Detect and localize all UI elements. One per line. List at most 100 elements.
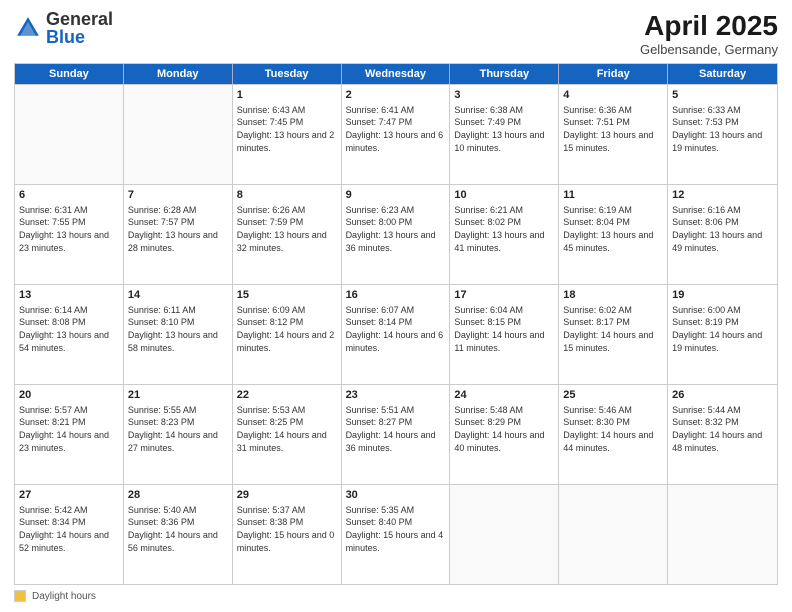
header: General Blue April 2025 Gelbensande, Ger… — [14, 10, 778, 57]
cell-info: Sunrise: 6:31 AM Sunset: 7:55 PM Dayligh… — [19, 204, 119, 254]
cell-info: Sunrise: 5:44 AM Sunset: 8:32 PM Dayligh… — [672, 404, 773, 454]
legend: Daylight hours — [14, 590, 778, 602]
cell-day-number: 27 — [19, 488, 119, 503]
cal-cell-1-7: 5Sunrise: 6:33 AM Sunset: 7:53 PM Daylig… — [668, 85, 777, 184]
cell-info: Sunrise: 6:38 AM Sunset: 7:49 PM Dayligh… — [454, 104, 554, 154]
cal-cell-1-6: 4Sunrise: 6:36 AM Sunset: 7:51 PM Daylig… — [559, 85, 668, 184]
cal-cell-2-7: 12Sunrise: 6:16 AM Sunset: 8:06 PM Dayli… — [668, 185, 777, 284]
cal-cell-5-6 — [559, 485, 668, 584]
cell-info: Sunrise: 6:43 AM Sunset: 7:45 PM Dayligh… — [237, 104, 337, 154]
cal-cell-1-4: 2Sunrise: 6:41 AM Sunset: 7:47 PM Daylig… — [342, 85, 451, 184]
cell-day-number: 3 — [454, 88, 554, 103]
cell-info: Sunrise: 6:36 AM Sunset: 7:51 PM Dayligh… — [563, 104, 663, 154]
cal-cell-3-2: 14Sunrise: 6:11 AM Sunset: 8:10 PM Dayli… — [124, 285, 233, 384]
cal-cell-3-5: 17Sunrise: 6:04 AM Sunset: 8:15 PM Dayli… — [450, 285, 559, 384]
cell-day-number: 9 — [346, 188, 446, 203]
cell-info: Sunrise: 6:28 AM Sunset: 7:57 PM Dayligh… — [128, 204, 228, 254]
cell-info: Sunrise: 6:19 AM Sunset: 8:04 PM Dayligh… — [563, 204, 663, 254]
cal-cell-3-6: 18Sunrise: 6:02 AM Sunset: 8:17 PM Dayli… — [559, 285, 668, 384]
cell-day-number: 8 — [237, 188, 337, 203]
calendar-header-row: SundayMondayTuesdayWednesdayThursdayFrid… — [15, 64, 777, 84]
cal-cell-1-5: 3Sunrise: 6:38 AM Sunset: 7:49 PM Daylig… — [450, 85, 559, 184]
day-header-saturday: Saturday — [668, 64, 777, 84]
cell-info: Sunrise: 6:23 AM Sunset: 8:00 PM Dayligh… — [346, 204, 446, 254]
cal-cell-4-4: 23Sunrise: 5:51 AM Sunset: 8:27 PM Dayli… — [342, 385, 451, 484]
cell-day-number: 18 — [563, 288, 663, 303]
cell-day-number: 2 — [346, 88, 446, 103]
cal-cell-2-5: 10Sunrise: 6:21 AM Sunset: 8:02 PM Dayli… — [450, 185, 559, 284]
cell-day-number: 1 — [237, 88, 337, 103]
week-row-1: 1Sunrise: 6:43 AM Sunset: 7:45 PM Daylig… — [15, 84, 777, 184]
cell-info: Sunrise: 6:14 AM Sunset: 8:08 PM Dayligh… — [19, 304, 119, 354]
cell-day-number: 23 — [346, 388, 446, 403]
cell-day-number: 5 — [672, 88, 773, 103]
logo-blue-text: Blue — [46, 27, 85, 47]
cell-day-number: 17 — [454, 288, 554, 303]
day-header-sunday: Sunday — [15, 64, 124, 84]
calendar: SundayMondayTuesdayWednesdayThursdayFrid… — [14, 63, 778, 585]
cell-info: Sunrise: 5:46 AM Sunset: 8:30 PM Dayligh… — [563, 404, 663, 454]
cal-cell-1-2 — [124, 85, 233, 184]
logo-general-text: General — [46, 9, 113, 29]
cal-cell-4-6: 25Sunrise: 5:46 AM Sunset: 8:30 PM Dayli… — [559, 385, 668, 484]
cell-info: Sunrise: 6:26 AM Sunset: 7:59 PM Dayligh… — [237, 204, 337, 254]
cell-info: Sunrise: 6:04 AM Sunset: 8:15 PM Dayligh… — [454, 304, 554, 354]
day-header-thursday: Thursday — [450, 64, 559, 84]
cell-info: Sunrise: 5:48 AM Sunset: 8:29 PM Dayligh… — [454, 404, 554, 454]
cell-info: Sunrise: 6:11 AM Sunset: 8:10 PM Dayligh… — [128, 304, 228, 354]
cell-day-number: 14 — [128, 288, 228, 303]
cal-cell-5-4: 30Sunrise: 5:35 AM Sunset: 8:40 PM Dayli… — [342, 485, 451, 584]
subtitle: Gelbensande, Germany — [640, 42, 778, 57]
cell-info: Sunrise: 5:55 AM Sunset: 8:23 PM Dayligh… — [128, 404, 228, 454]
cell-info: Sunrise: 5:53 AM Sunset: 8:25 PM Dayligh… — [237, 404, 337, 454]
cell-day-number: 28 — [128, 488, 228, 503]
cal-cell-5-2: 28Sunrise: 5:40 AM Sunset: 8:36 PM Dayli… — [124, 485, 233, 584]
cal-cell-1-3: 1Sunrise: 6:43 AM Sunset: 7:45 PM Daylig… — [233, 85, 342, 184]
cell-info: Sunrise: 6:41 AM Sunset: 7:47 PM Dayligh… — [346, 104, 446, 154]
cell-info: Sunrise: 6:00 AM Sunset: 8:19 PM Dayligh… — [672, 304, 773, 354]
cell-day-number: 25 — [563, 388, 663, 403]
cell-day-number: 22 — [237, 388, 337, 403]
cell-day-number: 19 — [672, 288, 773, 303]
month-title: April 2025 — [640, 10, 778, 42]
cal-cell-1-1 — [15, 85, 124, 184]
cell-info: Sunrise: 5:37 AM Sunset: 8:38 PM Dayligh… — [237, 504, 337, 554]
cell-day-number: 16 — [346, 288, 446, 303]
logo-text: General Blue — [46, 10, 113, 46]
legend-box — [14, 590, 26, 602]
cal-cell-5-1: 27Sunrise: 5:42 AM Sunset: 8:34 PM Dayli… — [15, 485, 124, 584]
cal-cell-2-4: 9Sunrise: 6:23 AM Sunset: 8:00 PM Daylig… — [342, 185, 451, 284]
week-row-4: 20Sunrise: 5:57 AM Sunset: 8:21 PM Dayli… — [15, 384, 777, 484]
legend-label: Daylight hours — [32, 591, 96, 602]
cal-cell-4-3: 22Sunrise: 5:53 AM Sunset: 8:25 PM Dayli… — [233, 385, 342, 484]
day-header-friday: Friday — [559, 64, 668, 84]
cell-day-number: 12 — [672, 188, 773, 203]
week-row-3: 13Sunrise: 6:14 AM Sunset: 8:08 PM Dayli… — [15, 284, 777, 384]
cal-cell-3-1: 13Sunrise: 6:14 AM Sunset: 8:08 PM Dayli… — [15, 285, 124, 384]
cell-info: Sunrise: 6:07 AM Sunset: 8:14 PM Dayligh… — [346, 304, 446, 354]
calendar-body: 1Sunrise: 6:43 AM Sunset: 7:45 PM Daylig… — [15, 84, 777, 584]
cell-info: Sunrise: 5:35 AM Sunset: 8:40 PM Dayligh… — [346, 504, 446, 554]
cal-cell-4-7: 26Sunrise: 5:44 AM Sunset: 8:32 PM Dayli… — [668, 385, 777, 484]
cal-cell-5-7 — [668, 485, 777, 584]
cell-day-number: 7 — [128, 188, 228, 203]
logo: General Blue — [14, 10, 113, 46]
day-header-tuesday: Tuesday — [233, 64, 342, 84]
cell-day-number: 24 — [454, 388, 554, 403]
cal-cell-5-5 — [450, 485, 559, 584]
cell-day-number: 11 — [563, 188, 663, 203]
cell-info: Sunrise: 6:16 AM Sunset: 8:06 PM Dayligh… — [672, 204, 773, 254]
cell-day-number: 13 — [19, 288, 119, 303]
cell-day-number: 15 — [237, 288, 337, 303]
cell-day-number: 6 — [19, 188, 119, 203]
cal-cell-2-1: 6Sunrise: 6:31 AM Sunset: 7:55 PM Daylig… — [15, 185, 124, 284]
cell-info: Sunrise: 6:09 AM Sunset: 8:12 PM Dayligh… — [237, 304, 337, 354]
cell-info: Sunrise: 6:21 AM Sunset: 8:02 PM Dayligh… — [454, 204, 554, 254]
cell-info: Sunrise: 5:51 AM Sunset: 8:27 PM Dayligh… — [346, 404, 446, 454]
cal-cell-2-6: 11Sunrise: 6:19 AM Sunset: 8:04 PM Dayli… — [559, 185, 668, 284]
cal-cell-4-5: 24Sunrise: 5:48 AM Sunset: 8:29 PM Dayli… — [450, 385, 559, 484]
page: General Blue April 2025 Gelbensande, Ger… — [0, 0, 792, 612]
cell-info: Sunrise: 5:42 AM Sunset: 8:34 PM Dayligh… — [19, 504, 119, 554]
cell-day-number: 4 — [563, 88, 663, 103]
cal-cell-2-3: 8Sunrise: 6:26 AM Sunset: 7:59 PM Daylig… — [233, 185, 342, 284]
